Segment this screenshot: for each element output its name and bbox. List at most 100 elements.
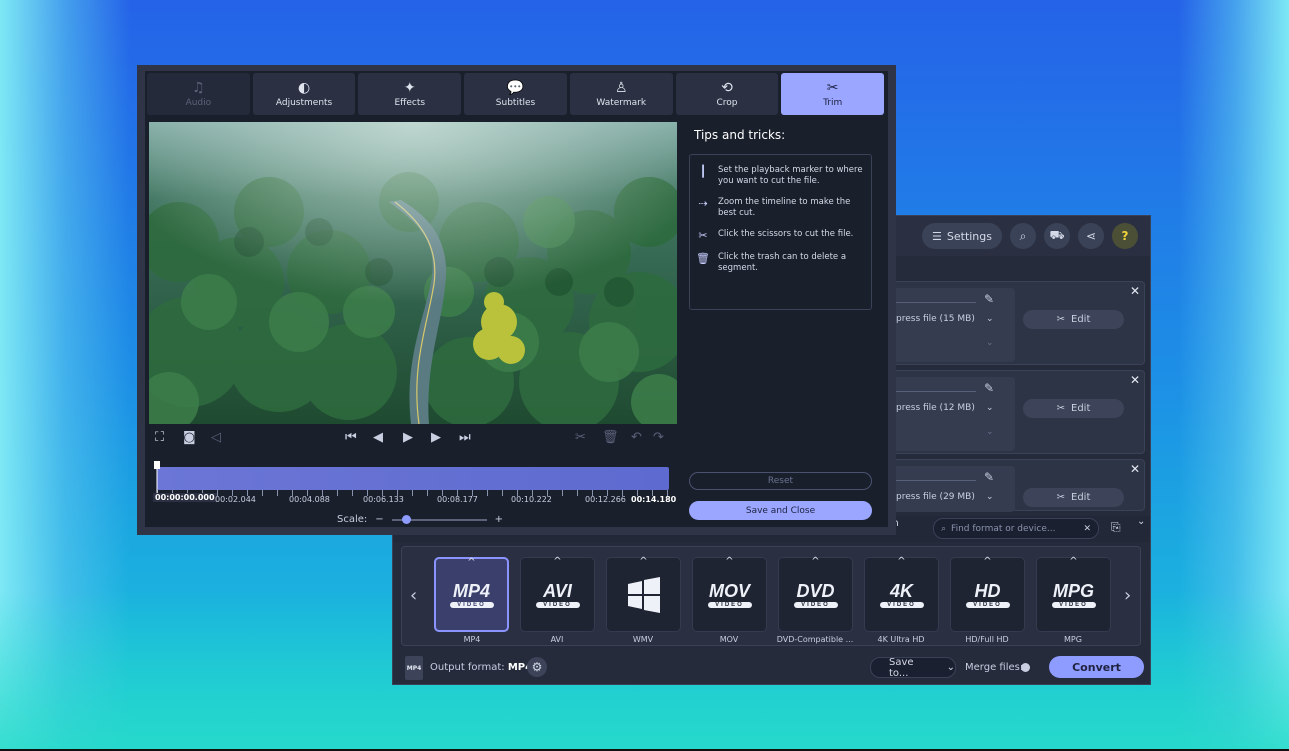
tab-audio[interactable]: ♫ Audio <box>147 73 250 115</box>
folder-icon[interactable]: ⎘ <box>1111 520 1121 535</box>
clear-icon[interactable]: ✕ <box>1083 524 1091 534</box>
volume-icon[interactable]: ◁ <box>211 430 221 445</box>
camera-icon[interactable]: ◙ <box>183 430 196 445</box>
scissors-icon: ✂ <box>1056 403 1065 414</box>
edit-button[interactable]: ✂ Edit <box>1023 399 1124 418</box>
zoom-out-icon[interactable]: − <box>375 514 383 525</box>
fullscreen-icon[interactable]: ⛶ <box>155 430 164 445</box>
timeline[interactable]: 00:00:00.000 00:02.044 00:04.088 00:06.1… <box>153 461 676 506</box>
edit-button[interactable]: ✂ Edit <box>1023 488 1124 507</box>
chevron-down-icon[interactable]: ⌄ <box>986 427 994 437</box>
step-forward-icon[interactable]: ▶ <box>431 430 441 445</box>
chevron-down-icon[interactable]: ⌄ <box>986 492 994 502</box>
chevron-up-icon[interactable]: ^ <box>811 556 819 567</box>
editor-window: ♫ Audio ◐ Adjustments ✦ Effects 💬 Subtit… <box>137 65 896 535</box>
chevron-left-icon[interactable]: ‹ <box>410 585 417 606</box>
tab-trim[interactable]: ✂ Trim <box>781 73 885 115</box>
chevron-up-icon[interactable]: ^ <box>553 556 561 567</box>
format-tile-mpg[interactable]: ^ MPG VIDEO <box>1036 556 1111 632</box>
skip-end-icon[interactable]: ⏭ <box>459 430 471 445</box>
format-tile-mp4[interactable]: ^ MP4 VIDEO <box>434 557 509 632</box>
tab-label: Subtitles <box>495 97 536 108</box>
scale-slider[interactable] <box>391 514 487 524</box>
chevron-up-icon[interactable]: ^ <box>639 556 647 567</box>
tip-item: 🗑 Click the trash can to delete a segmen… <box>696 252 865 274</box>
chevron-up-icon[interactable]: ^ <box>467 557 475 568</box>
pencil-icon[interactable]: ✎ <box>984 470 994 484</box>
format-tile-wmv[interactable]: ^ <box>606 556 681 632</box>
format-label: MOV <box>719 635 739 644</box>
chevron-down-icon[interactable]: ⌄ <box>986 403 994 413</box>
tab-crop[interactable]: ⟲ Crop <box>675 73 779 115</box>
playback-marker-icon[interactable] <box>154 461 160 496</box>
chevron-down-icon[interactable]: ⌄ <box>986 338 994 348</box>
chevron-up-icon[interactable]: ^ <box>897 556 905 567</box>
play-icon[interactable]: ▶ <box>403 430 413 445</box>
close-icon[interactable]: ✕ <box>1130 373 1140 387</box>
scissors-icon: ✂ <box>698 229 708 242</box>
chevron-up-icon[interactable]: ^ <box>1069 556 1077 567</box>
pencil-icon[interactable]: ✎ <box>984 381 994 395</box>
compress-dropdown[interactable]: press file (15 MB) <box>896 314 975 324</box>
compress-dropdown[interactable]: press file (29 MB) <box>896 492 975 502</box>
cart-icon[interactable]: ⛟ <box>1044 223 1070 249</box>
tab-effects[interactable]: ✦ Effects <box>358 73 462 115</box>
scale-slider-handle[interactable] <box>401 514 411 524</box>
file-name-line <box>896 480 976 481</box>
format-label: HD/Full HD <box>965 635 1009 644</box>
close-icon[interactable]: ✕ <box>1130 462 1140 476</box>
zoom-in-icon[interactable]: + <box>495 514 503 525</box>
save-to-dropdown[interactable]: Save to... ⌄ <box>870 657 956 679</box>
tab-watermark[interactable]: ♙ Watermark <box>569 73 673 115</box>
format-tile-dvd[interactable]: ^ DVD VIDEO <box>778 556 853 632</box>
format-tile-mov[interactable]: ^ MOV VIDEO <box>692 556 767 632</box>
video-preview[interactable] <box>149 122 677 424</box>
chevron-right-icon[interactable]: › <box>1124 585 1131 606</box>
convert-button[interactable]: Convert <box>1049 656 1144 678</box>
step-back-icon[interactable]: ◀ <box>373 430 383 445</box>
speech-bubble-icon: 💬 <box>506 79 525 96</box>
tab-label: Audio <box>185 97 212 108</box>
scissors-icon[interactable]: ✂ <box>575 430 586 445</box>
help-icon[interactable]: ? <box>1112 223 1138 249</box>
format-tile-4k[interactable]: ^ 4K VIDEO <box>864 556 939 632</box>
search-icon[interactable]: ⌕ <box>1010 223 1036 249</box>
chevron-up-icon[interactable]: ^ <box>725 556 733 567</box>
chevron-up-icon[interactable]: ^ <box>983 556 991 567</box>
tab-adjustments[interactable]: ◐ Adjustments <box>252 73 356 115</box>
skip-start-icon[interactable]: ⏮ <box>345 430 357 445</box>
gear-icon[interactable]: ⚙ <box>527 657 547 677</box>
format-label: MPG <box>1064 635 1082 644</box>
chevron-down-icon[interactable]: ⌄ <box>986 314 994 324</box>
save-and-close-button[interactable]: Save and Close <box>689 501 872 520</box>
file-name-line <box>896 302 976 303</box>
trash-icon[interactable]: 🗑 <box>602 430 619 445</box>
share-icon[interactable]: ⋖ <box>1078 223 1104 249</box>
close-icon[interactable]: ✕ <box>1130 284 1140 298</box>
tips-title: Tips and tricks: <box>694 128 786 142</box>
settings-label: Settings <box>946 229 992 243</box>
merge-files-toggle[interactable] <box>1021 663 1030 672</box>
output-format-label: Output format: <box>430 662 505 673</box>
scale-control: Scale: − + <box>337 514 503 525</box>
file-settings-card: ✎ press file (12 MB) ⌄ ⌄ <box>890 377 1015 451</box>
redo-icon[interactable]: ↷ <box>653 430 664 445</box>
zoom-icon: ⇢ <box>698 197 708 210</box>
format-search-input[interactable]: ⌕ Find format or device... ✕ <box>933 518 1099 539</box>
chevron-down-icon[interactable]: ⌄ <box>1137 516 1145 527</box>
format-tile-hd[interactable]: ^ HD VIDEO <box>950 556 1025 632</box>
edit-label: Edit <box>1071 492 1091 503</box>
compress-dropdown[interactable]: press file (12 MB) <box>896 403 975 413</box>
timeline-clip[interactable] <box>157 467 669 490</box>
format-tile-avi[interactable]: ^ AVI VIDEO <box>520 556 595 632</box>
undo-icon[interactable]: ↶ <box>631 430 642 445</box>
scissors-icon: ✂ <box>1056 492 1065 503</box>
timeline-label: 00:08.177 <box>437 495 478 504</box>
music-note-icon: ♫ <box>192 79 205 96</box>
pencil-icon[interactable]: ✎ <box>984 292 994 306</box>
tab-subtitles[interactable]: 💬 Subtitles <box>464 73 567 115</box>
settings-button[interactable]: ☰ Settings <box>922 223 1002 249</box>
reset-button[interactable]: Reset <box>689 472 872 490</box>
chevron-down-icon[interactable]: ⌄ <box>947 662 955 673</box>
edit-button[interactable]: ✂ Edit <box>1023 310 1124 329</box>
